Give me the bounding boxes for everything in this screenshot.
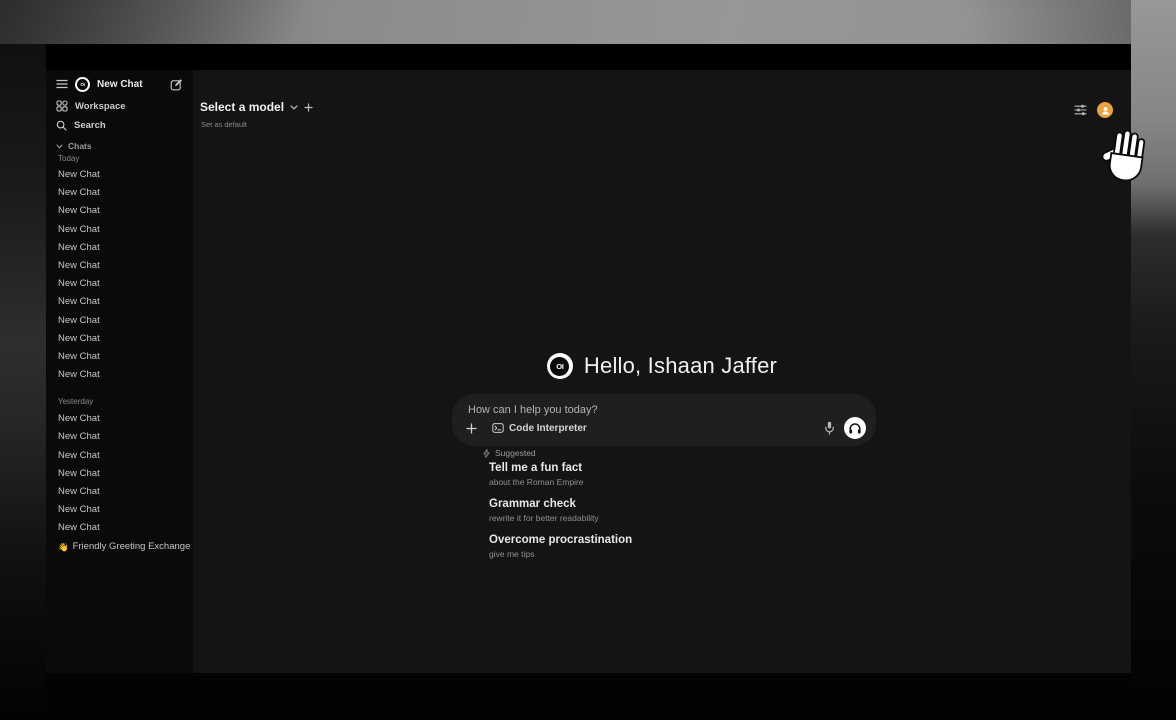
suggestion-title: Grammar check: [489, 498, 789, 510]
backdrop-bottom: [46, 673, 1131, 720]
sidebar-item-search[interactable]: Search: [46, 115, 193, 135]
suggestion-item[interactable]: Tell me a fun fact about the Roman Empir…: [489, 462, 789, 487]
microphone-icon[interactable]: [824, 421, 835, 435]
topbar-right-controls: [1074, 102, 1113, 118]
chevron-down-icon: [290, 105, 298, 110]
suggestion-item[interactable]: Grammar check rewrite it for better read…: [489, 498, 789, 523]
openwebui-logo-icon: OI: [75, 77, 90, 92]
settings-sliders-icon[interactable]: [1074, 104, 1087, 116]
sidebar-item-workspace[interactable]: Workspace: [46, 96, 193, 116]
user-avatar[interactable]: [1097, 102, 1113, 118]
chat-list-item-named[interactable]: 👋 Friendly Greeting Exchange: [46, 538, 193, 556]
suggestion-list: Tell me a fun fact about the Roman Empir…: [489, 462, 789, 570]
composer-right-controls: [824, 417, 866, 439]
sidebar: OI New Chat Workspace Search: [46, 44, 193, 673]
app-top-strip: [46, 44, 1131, 70]
workspace-grid-icon: [56, 100, 68, 112]
message-composer[interactable]: How can I help you today? Code Interpret…: [452, 394, 876, 446]
chat-list-item[interactable]: New Chat: [46, 501, 193, 519]
greeting-block: OI Hello, Ishaan Jaffer: [193, 353, 1131, 379]
chat-list-item[interactable]: New Chat: [46, 447, 193, 465]
bolt-icon: [483, 449, 490, 458]
sidebar-toggle-icon[interactable]: [56, 79, 68, 89]
chevron-down-icon: [56, 144, 63, 149]
sidebar-header: OI New Chat: [46, 74, 193, 94]
app-window: OI New Chat Workspace Search: [46, 44, 1131, 673]
attach-plus-icon[interactable]: [466, 423, 477, 434]
chat-history-list: Today New ChatNew ChatNew ChatNew ChatNe…: [46, 152, 193, 556]
sidebar-title: New Chat: [97, 79, 143, 90]
chat-group-label-today: Today: [46, 152, 193, 166]
suggestion-subtitle: rewrite it for better readability: [489, 513, 789, 523]
search-icon: [56, 120, 67, 131]
suggestion-item[interactable]: Overcome procrastination give me tips: [489, 534, 789, 559]
chat-list-item[interactable]: New Chat: [46, 202, 193, 220]
chat-list-item[interactable]: New Chat: [46, 166, 193, 184]
chat-list-item[interactable]: New Chat: [46, 366, 193, 384]
chat-list-item[interactable]: New Chat: [46, 330, 193, 348]
chat-list-item[interactable]: New Chat: [46, 312, 193, 330]
composer-toolbar: Code Interpreter: [452, 417, 876, 439]
backdrop-left: [0, 44, 46, 720]
chat-list-item[interactable]: New Chat: [46, 221, 193, 239]
suggestion-subtitle: about the Roman Empire: [489, 477, 789, 487]
chat-list-item[interactable]: New Chat: [46, 239, 193, 257]
code-interpreter-toggle[interactable]: Code Interpreter: [486, 419, 593, 437]
chat-group-label-yesterday: Yesterday: [46, 394, 193, 410]
chat-list-item[interactable]: New Chat: [46, 519, 193, 537]
chat-list-item[interactable]: New Chat: [46, 257, 193, 275]
model-selector[interactable]: Select a model: [200, 100, 313, 114]
backdrop-top: [0, 0, 1176, 44]
chat-list-item[interactable]: New Chat: [46, 483, 193, 501]
suggested-header: Suggested: [483, 448, 536, 458]
screen: OI New Chat Workspace Search: [0, 0, 1176, 720]
main-content: Select a model Set as default: [193, 70, 1131, 673]
add-model-plus-icon[interactable]: [304, 103, 313, 112]
chat-list-item[interactable]: New Chat: [46, 465, 193, 483]
code-interpreter-icon: [492, 422, 504, 434]
composer-placeholder[interactable]: How can I help you today?: [468, 404, 598, 416]
set-as-default-button[interactable]: Set as default: [201, 120, 247, 129]
openwebui-logo-icon: OI: [547, 353, 573, 379]
chat-list-item[interactable]: New Chat: [46, 410, 193, 428]
named-chat-title: Friendly Greeting Exchange: [73, 538, 191, 556]
new-chat-pencil-icon[interactable]: [170, 78, 183, 91]
wave-emoji: 👋: [58, 538, 69, 556]
suggestion-title: Tell me a fun fact: [489, 462, 789, 474]
voice-call-button[interactable]: [844, 417, 866, 439]
chat-list-item[interactable]: New Chat: [46, 293, 193, 311]
backdrop-right: [1131, 0, 1176, 720]
chat-list-item[interactable]: New Chat: [46, 348, 193, 366]
chat-list-item[interactable]: New Chat: [46, 428, 193, 446]
suggestion-subtitle: give me tips: [489, 549, 789, 559]
greeting-text: Hello, Ishaan Jaffer: [584, 353, 777, 379]
suggestion-title: Overcome procrastination: [489, 534, 789, 546]
chat-list-item[interactable]: New Chat: [46, 275, 193, 293]
chat-list-item[interactable]: New Chat: [46, 184, 193, 202]
